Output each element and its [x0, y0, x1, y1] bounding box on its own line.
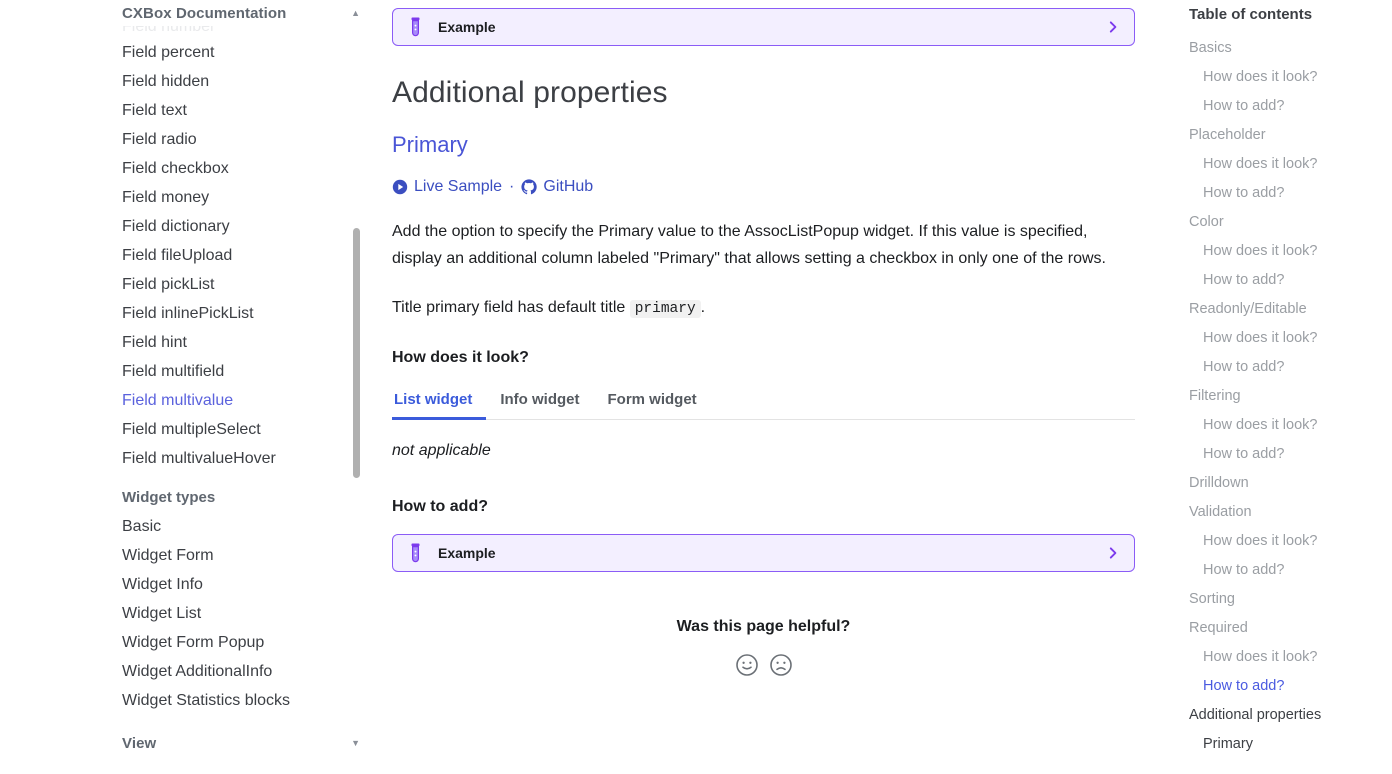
- sidebar-nav: Field percent Field hidden Field text Fi…: [0, 38, 392, 715]
- default-title-text: Title primary field has default title: [392, 299, 626, 316]
- example-label-top: Example: [438, 19, 496, 35]
- toc-item-basics-how-to-add[interactable]: How to add?: [1189, 92, 1392, 121]
- toc-item-color[interactable]: Color: [1189, 208, 1392, 237]
- toc-item-basics[interactable]: Basics: [1189, 34, 1392, 63]
- toc-item-basics-how-does-it-look[interactable]: How does it look?: [1189, 63, 1392, 92]
- link-separator: ·: [509, 178, 515, 195]
- sidebar-category-view[interactable]: View ▼: [122, 735, 360, 752]
- smiley-happy-icon[interactable]: [735, 653, 759, 677]
- section-title-primary: Primary: [392, 132, 468, 157]
- toc-item-required-how-does-it-look[interactable]: How does it look?: [1189, 643, 1392, 672]
- sidebar-item-field-hidden[interactable]: Field hidden: [0, 67, 392, 96]
- sidebar-item-widget-form[interactable]: Widget Form: [0, 541, 392, 570]
- sidebar-category-view-label: View: [122, 735, 157, 752]
- sidebar-item-field-multivalue[interactable]: Field multivalue: [0, 386, 392, 415]
- default-title-period: .: [700, 299, 706, 316]
- sidebar-item-widget-statistics-blocks[interactable]: Widget Statistics blocks: [0, 686, 392, 715]
- feedback-buttons: [392, 653, 1135, 677]
- resource-links: Live Sample · GitHub: [392, 178, 1135, 196]
- github-link[interactable]: GitHub: [521, 178, 593, 196]
- example-label-bottom: Example: [438, 545, 496, 561]
- toc-item-filtering-how-to-add[interactable]: How to add?: [1189, 440, 1392, 469]
- example-collapsible-top[interactable]: Example: [392, 8, 1135, 46]
- inline-code-primary: primary: [629, 300, 701, 318]
- toc-item-additional-properties[interactable]: Additional properties: [1189, 701, 1392, 730]
- sidebar-item-field-money[interactable]: Field money: [0, 183, 392, 212]
- tab-list-widget[interactable]: List widget: [392, 385, 487, 420]
- tab-form-widget[interactable]: Form widget: [594, 385, 711, 420]
- feedback-section: Was this page helpful?: [392, 618, 1135, 677]
- documentation-page: Field number CXBox Documentation ▲ Field…: [0, 0, 1392, 774]
- toc-item-color-how-to-add[interactable]: How to add?: [1189, 266, 1392, 295]
- sidebar-item-field-hint[interactable]: Field hint: [0, 328, 392, 357]
- sidebar-group-widget-types: Widget types: [122, 489, 216, 506]
- sidebar-item-field-multipleselect[interactable]: Field multipleSelect: [0, 415, 392, 444]
- toc-item-color-how-does-it-look[interactable]: How does it look?: [1189, 237, 1392, 266]
- toc-item-required-how-to-add[interactable]: How to add?: [1189, 672, 1392, 701]
- default-title-paragraph: Title primary field has default title pr…: [392, 294, 1122, 323]
- sidebar-item-widget-additionalinfo[interactable]: Widget AdditionalInfo: [0, 657, 392, 686]
- feedback-title: Was this page helpful?: [676, 618, 851, 635]
- heading-how-to-add: How to add?: [392, 498, 488, 515]
- toc-item-validation-how-to-add[interactable]: How to add?: [1189, 556, 1392, 585]
- widget-tabs: List widget Info widget Form widget: [392, 385, 1135, 420]
- sidebar-item-field-radio[interactable]: Field radio: [0, 125, 392, 154]
- chevron-right-icon[interactable]: [1106, 20, 1120, 34]
- github-icon: [521, 179, 538, 195]
- toc-item-required[interactable]: Required: [1189, 614, 1392, 643]
- tab-panel-content: not applicable: [392, 442, 491, 459]
- sidebar-item-basic[interactable]: Basic: [0, 512, 392, 541]
- sidebar-item-field-checkbox[interactable]: Field checkbox: [0, 154, 392, 183]
- sidebar-item-field-percent[interactable]: Field percent: [0, 38, 392, 67]
- live-sample-link[interactable]: Live Sample: [392, 178, 502, 196]
- sidebar-item-field-fileupload[interactable]: Field fileUpload: [0, 241, 392, 270]
- live-sample-label: Live Sample: [414, 178, 503, 195]
- toc-item-filtering-how-does-it-look[interactable]: How does it look?: [1189, 411, 1392, 440]
- toc-item-placeholder-how-does-it-look[interactable]: How does it look?: [1189, 150, 1392, 179]
- page-title: Additional properties: [392, 76, 668, 109]
- toc-item-placeholder-how-to-add[interactable]: How to add?: [1189, 179, 1392, 208]
- sidebar-item-widget-list[interactable]: Widget List: [0, 599, 392, 628]
- sidebar-scrollbar-thumb[interactable]: [353, 228, 360, 478]
- toc-item-readonly-how-to-add[interactable]: How to add?: [1189, 353, 1392, 382]
- sidebar-item-field-dictionary[interactable]: Field dictionary: [0, 212, 392, 241]
- sidebar-item-field-inlinepicklist[interactable]: Field inlinePickList: [0, 299, 392, 328]
- heading-how-does-it-look: How does it look?: [392, 349, 529, 366]
- expand-caret-down-icon[interactable]: ▼: [351, 739, 360, 748]
- toc-item-readonly-how-does-it-look[interactable]: How does it look?: [1189, 324, 1392, 353]
- left-sidebar: Field number CXBox Documentation ▲ Field…: [0, 0, 392, 774]
- toc-title: Table of contents: [1189, 6, 1313, 23]
- smiley-sad-icon[interactable]: [769, 653, 793, 677]
- toc-item-placeholder[interactable]: Placeholder: [1189, 121, 1392, 150]
- description-paragraph: Add the option to specify the Primary va…: [392, 223, 1106, 267]
- toc-item-primary[interactable]: Primary: [1189, 730, 1392, 759]
- table-of-contents: Table of contents Basics How does it loo…: [1177, 0, 1392, 774]
- sidebar-item-field-picklist[interactable]: Field pickList: [0, 270, 392, 299]
- toc-item-validation[interactable]: Validation: [1189, 498, 1392, 527]
- main-content: Example Additional properties Primary Li…: [392, 0, 1177, 774]
- toc-item-drilldown[interactable]: Drilldown: [1189, 469, 1392, 498]
- sidebar-item-field-multivaluehover[interactable]: Field multivalueHover: [0, 444, 392, 473]
- example-collapsible-bottom[interactable]: Example: [392, 534, 1135, 572]
- sidebar-item-widget-info[interactable]: Widget Info: [0, 570, 392, 599]
- sidebar-category-title: CXBox Documentation: [122, 4, 287, 22]
- sidebar-item-widget-form-popup[interactable]: Widget Form Popup: [0, 628, 392, 657]
- sidebar-item-field-text[interactable]: Field text: [0, 96, 392, 125]
- sidebar-item-field-multifield[interactable]: Field multifield: [0, 357, 392, 386]
- toc-item-filtering[interactable]: Filtering: [1189, 382, 1392, 411]
- github-label: GitHub: [543, 178, 594, 195]
- test-tube-icon: [409, 543, 422, 563]
- tab-info-widget[interactable]: Info widget: [486, 385, 593, 420]
- sidebar-category-header[interactable]: CXBox Documentation ▲: [122, 0, 360, 26]
- test-tube-icon: [409, 17, 422, 37]
- toc-item-sorting[interactable]: Sorting: [1189, 585, 1392, 614]
- chevron-right-icon[interactable]: [1106, 546, 1120, 560]
- collapse-caret-up-icon[interactable]: ▲: [351, 8, 360, 18]
- play-circle-icon: [392, 179, 408, 195]
- toc-item-validation-how-does-it-look[interactable]: How does it look?: [1189, 527, 1392, 556]
- toc-item-readonly-editable[interactable]: Readonly/Editable: [1189, 295, 1392, 324]
